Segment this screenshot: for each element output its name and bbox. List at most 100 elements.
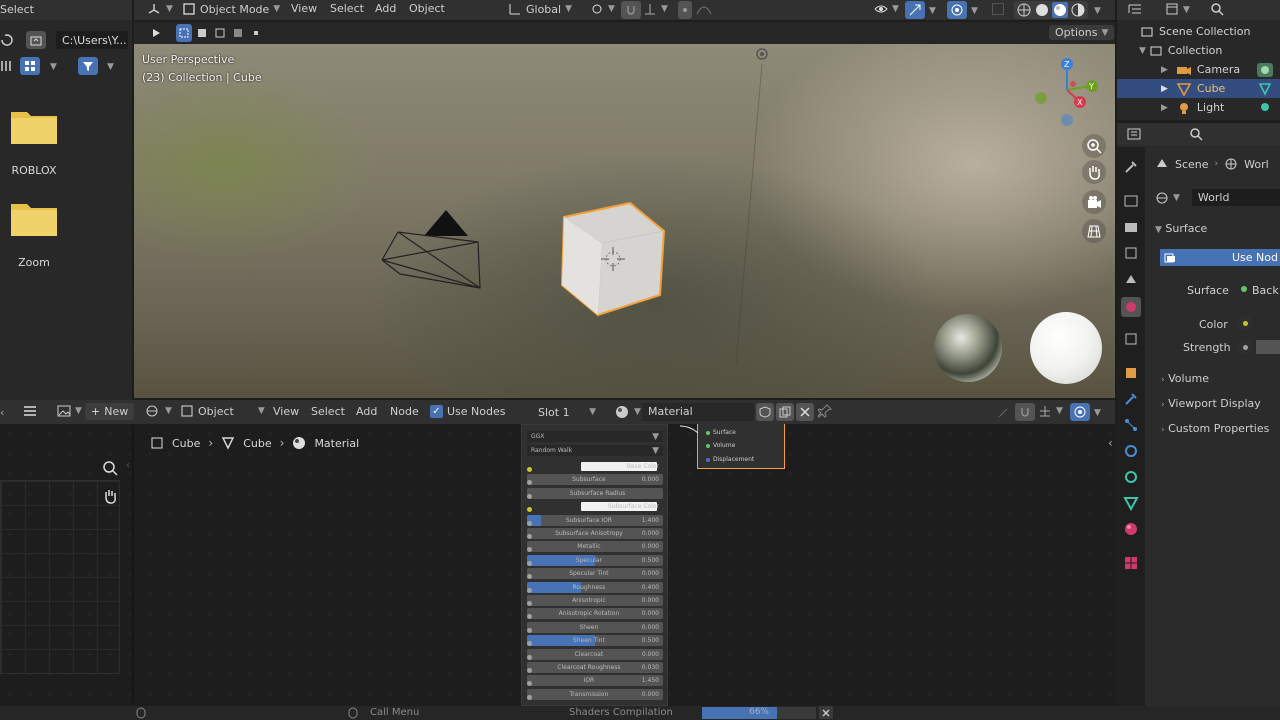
overlays-toggle-icon[interactable] bbox=[1070, 403, 1090, 421]
input-socket[interactable] bbox=[527, 560, 532, 566]
custom-properties-panel-header[interactable]: › Custom Properties bbox=[1161, 422, 1269, 435]
bsdf-input-row[interactable]: Subsurface 0.000 bbox=[527, 474, 663, 486]
bsdf-input-row[interactable]: IOR 1.450 bbox=[527, 675, 663, 687]
select-extend-icon[interactable] bbox=[194, 24, 210, 42]
pan-hand-icon[interactable] bbox=[1082, 160, 1106, 184]
constraints-tab-icon[interactable] bbox=[1123, 469, 1139, 485]
world-selector[interactable]: ▼ World bbox=[1155, 189, 1280, 206]
material-browse-dropdown[interactable]: ▼ bbox=[614, 404, 641, 420]
color-socket-button[interactable] bbox=[1238, 316, 1252, 330]
outliner-row-camera[interactable]: ▶ Camera bbox=[1117, 60, 1280, 79]
select-new-icon[interactable] bbox=[176, 24, 192, 42]
bsdf-input-row[interactable]: Transmission 0.000 bbox=[527, 688, 663, 700]
collection-tab-icon[interactable] bbox=[1123, 331, 1139, 347]
directory-path-field[interactable]: C:\Users\Y... bbox=[56, 31, 128, 49]
refresh-icon[interactable] bbox=[0, 30, 14, 50]
proportional-edit-icon[interactable] bbox=[678, 1, 692, 19]
menu-object[interactable]: Object bbox=[409, 2, 445, 15]
duplicate-material-icon[interactable] bbox=[776, 403, 794, 421]
input-socket[interactable] bbox=[527, 520, 532, 526]
input-socket[interactable] bbox=[527, 507, 532, 513]
physics-tab-icon[interactable] bbox=[1123, 443, 1139, 459]
expand-right-icon[interactable]: ▶ bbox=[1161, 84, 1168, 94]
input-socket[interactable] bbox=[527, 480, 532, 486]
menu-add[interactable]: Add bbox=[375, 2, 396, 15]
strength-socket-button[interactable] bbox=[1238, 340, 1252, 354]
bsdf-input-row[interactable]: Metallic 0.000 bbox=[527, 541, 663, 553]
output-socket-surface[interactable]: Surface bbox=[706, 429, 736, 436]
cancel-task-button[interactable] bbox=[819, 706, 833, 719]
chevron-down-icon[interactable]: ▼ bbox=[1094, 6, 1101, 16]
select-invert-icon[interactable] bbox=[230, 24, 246, 42]
visibility-dropdown[interactable]: ▼ bbox=[874, 2, 899, 16]
wireframe-shading-icon[interactable] bbox=[1016, 2, 1032, 18]
snap-toggle-icon[interactable] bbox=[1015, 403, 1035, 421]
outliner-row-light[interactable]: ▶ Light bbox=[1117, 98, 1280, 117]
view-layer-tab-icon[interactable] bbox=[1123, 245, 1139, 261]
menu-view[interactable]: View bbox=[291, 2, 317, 15]
input-socket[interactable] bbox=[527, 587, 532, 593]
browse-image-dropdown[interactable]: ▼ bbox=[57, 404, 82, 418]
input-socket[interactable] bbox=[527, 654, 532, 660]
viewport-display-panel-header[interactable]: › Viewport Display bbox=[1161, 397, 1261, 410]
select-menu[interactable]: Select bbox=[0, 3, 34, 16]
surface-shader-value[interactable]: Back bbox=[1252, 284, 1279, 297]
outliner-row-scene-collection[interactable]: Scene Collection bbox=[1117, 22, 1280, 41]
input-socket[interactable] bbox=[527, 574, 532, 580]
input-socket[interactable] bbox=[527, 534, 532, 539]
bsdf-input-row[interactable]: Subsurface Radius bbox=[527, 487, 663, 499]
input-socket[interactable] bbox=[527, 467, 532, 472]
zoom-icon[interactable] bbox=[1082, 134, 1106, 158]
modifier-tab-icon[interactable] bbox=[1123, 391, 1139, 407]
thumbnail-view-icon[interactable] bbox=[20, 57, 40, 75]
select-intersect-icon[interactable] bbox=[248, 24, 264, 42]
material-tab-icon[interactable] bbox=[1123, 521, 1139, 537]
transform-orientation-dropdown[interactable]: Global ▼ bbox=[508, 2, 572, 16]
bsdf-input-row[interactable]: Sheen 0.000 bbox=[527, 621, 663, 633]
editor-type-button[interactable]: ▼ bbox=[146, 1, 173, 17]
input-socket[interactable] bbox=[527, 547, 532, 553]
volume-panel-header[interactable]: › Volume bbox=[1161, 372, 1209, 385]
surface-panel-header[interactable]: ▼ Surface bbox=[1155, 222, 1207, 235]
node-editor-canvas[interactable]: Cube › Cube › Material GGX ▼ Random Walk ▼… bbox=[0, 424, 1115, 706]
falloff-icon[interactable] bbox=[696, 2, 712, 19]
bsdf-input-row[interactable]: Anisotropic Rotation 0.000 bbox=[527, 608, 663, 620]
search-icon[interactable] bbox=[1189, 127, 1203, 144]
display-mode-icon[interactable] bbox=[1165, 2, 1179, 19]
hamburger-menu-icon[interactable] bbox=[22, 404, 38, 421]
zoom-icon[interactable] bbox=[102, 460, 118, 479]
pan-hand-icon[interactable] bbox=[102, 488, 118, 507]
gizmo-toggle-icon[interactable] bbox=[905, 1, 925, 19]
filter-icon[interactable] bbox=[78, 57, 98, 75]
search-icon[interactable] bbox=[1210, 2, 1224, 19]
bsdf-input-row[interactable]: Sheen Tint 0.500 bbox=[527, 635, 663, 647]
cube-object[interactable] bbox=[558, 199, 670, 321]
chevron-down-icon[interactable]: ▼ bbox=[1183, 5, 1190, 15]
bsdf-input-row[interactable]: Specular Tint 0.000 bbox=[527, 568, 663, 580]
list-view-icon[interactable] bbox=[0, 57, 14, 75]
folder-item[interactable] bbox=[11, 200, 57, 239]
object-mode-dropdown[interactable]: Object Mode ▼ bbox=[182, 2, 280, 16]
shader-type-dropdown[interactable]: ▼ bbox=[145, 404, 172, 418]
menu-add[interactable]: Add bbox=[356, 405, 377, 418]
world-tab-icon[interactable] bbox=[1121, 297, 1141, 317]
input-socket[interactable] bbox=[527, 694, 532, 700]
bsdf-input-row[interactable]: Clearcoat Roughness 0.030 bbox=[527, 662, 663, 673]
shader-object-dropdown[interactable]: Object ▼ bbox=[180, 404, 265, 418]
3d-viewport[interactable]: User Perspective (23) Collection | Cube … bbox=[134, 44, 1115, 398]
input-socket[interactable] bbox=[527, 493, 532, 499]
xray-toggle-icon[interactable] bbox=[992, 3, 1004, 15]
bsdf-input-row[interactable]: Roughness 0.400 bbox=[527, 581, 663, 593]
menu-select[interactable]: Select bbox=[311, 405, 345, 418]
camera-view-icon[interactable] bbox=[1082, 190, 1106, 214]
distribution-dropdown[interactable]: GGX ▼ bbox=[527, 431, 663, 442]
chevron-left-icon[interactable]: ‹ bbox=[0, 406, 4, 419]
data-tab-icon[interactable] bbox=[1123, 495, 1139, 511]
light-data-icon[interactable] bbox=[1258, 101, 1272, 115]
outliner-row-collection[interactable]: ▼ Collection bbox=[1117, 41, 1280, 60]
fake-user-shield-icon[interactable] bbox=[756, 403, 774, 421]
menu-select[interactable]: Select bbox=[330, 2, 364, 15]
slot-dropdown[interactable]: Slot 1 ▼ bbox=[528, 403, 606, 421]
solid-shading-icon[interactable] bbox=[1034, 2, 1050, 18]
input-socket[interactable] bbox=[527, 627, 532, 633]
